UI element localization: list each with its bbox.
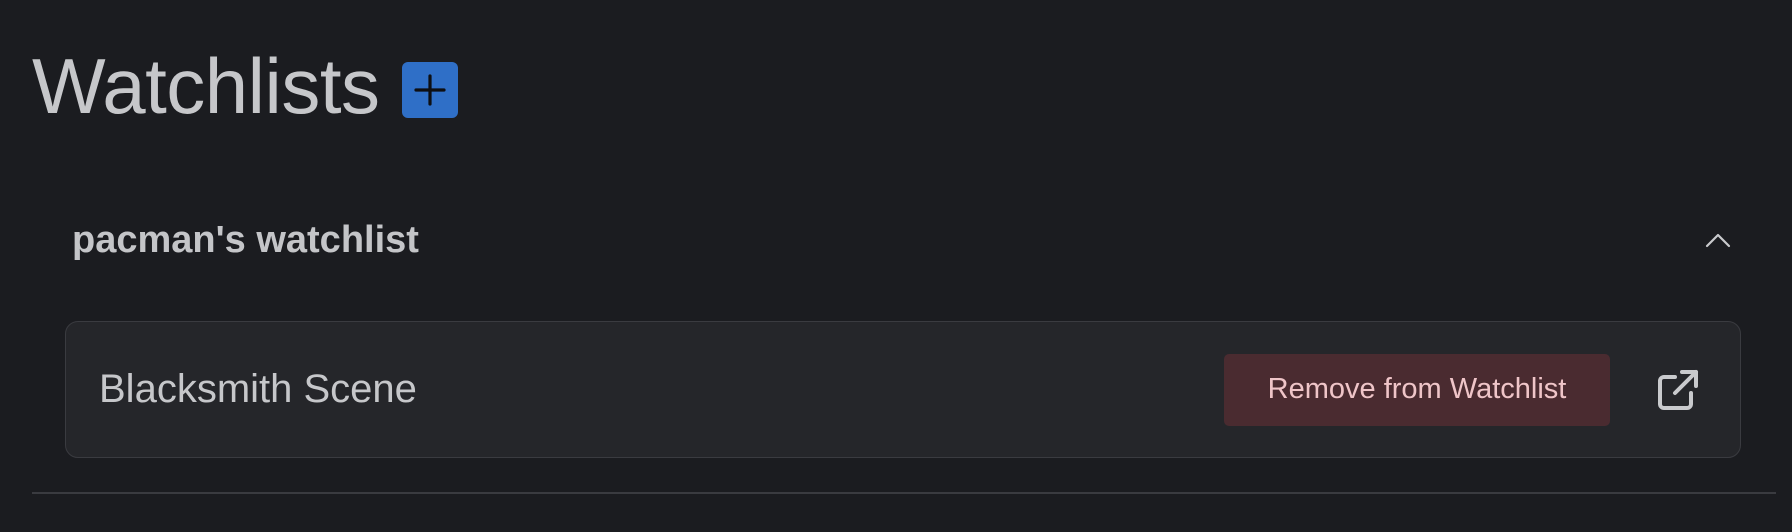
page-title: Watchlists <box>32 42 380 130</box>
external-link-icon <box>1658 369 1698 410</box>
page-header: Watchlists <box>32 40 458 132</box>
watchlists-page: Watchlists pacman's watchlist Blacksmith… <box>0 0 1792 532</box>
collapse-toggle[interactable] <box>1698 220 1738 260</box>
watchlist-accordion-header[interactable]: pacman's watchlist <box>72 210 1738 270</box>
watchlist-name: pacman's watchlist <box>72 218 419 261</box>
chevron-up-icon <box>1705 233 1731 248</box>
add-watchlist-button[interactable] <box>401 62 458 118</box>
plus-icon <box>413 74 446 106</box>
item-title[interactable]: Blacksmith Scene <box>99 367 1224 412</box>
divider <box>32 492 1776 494</box>
watchlist-item: Blacksmith Scene Remove from Watchlist <box>65 321 1741 458</box>
external-link-button[interactable] <box>1654 366 1702 414</box>
remove-from-watchlist-button[interactable]: Remove from Watchlist <box>1224 353 1610 426</box>
